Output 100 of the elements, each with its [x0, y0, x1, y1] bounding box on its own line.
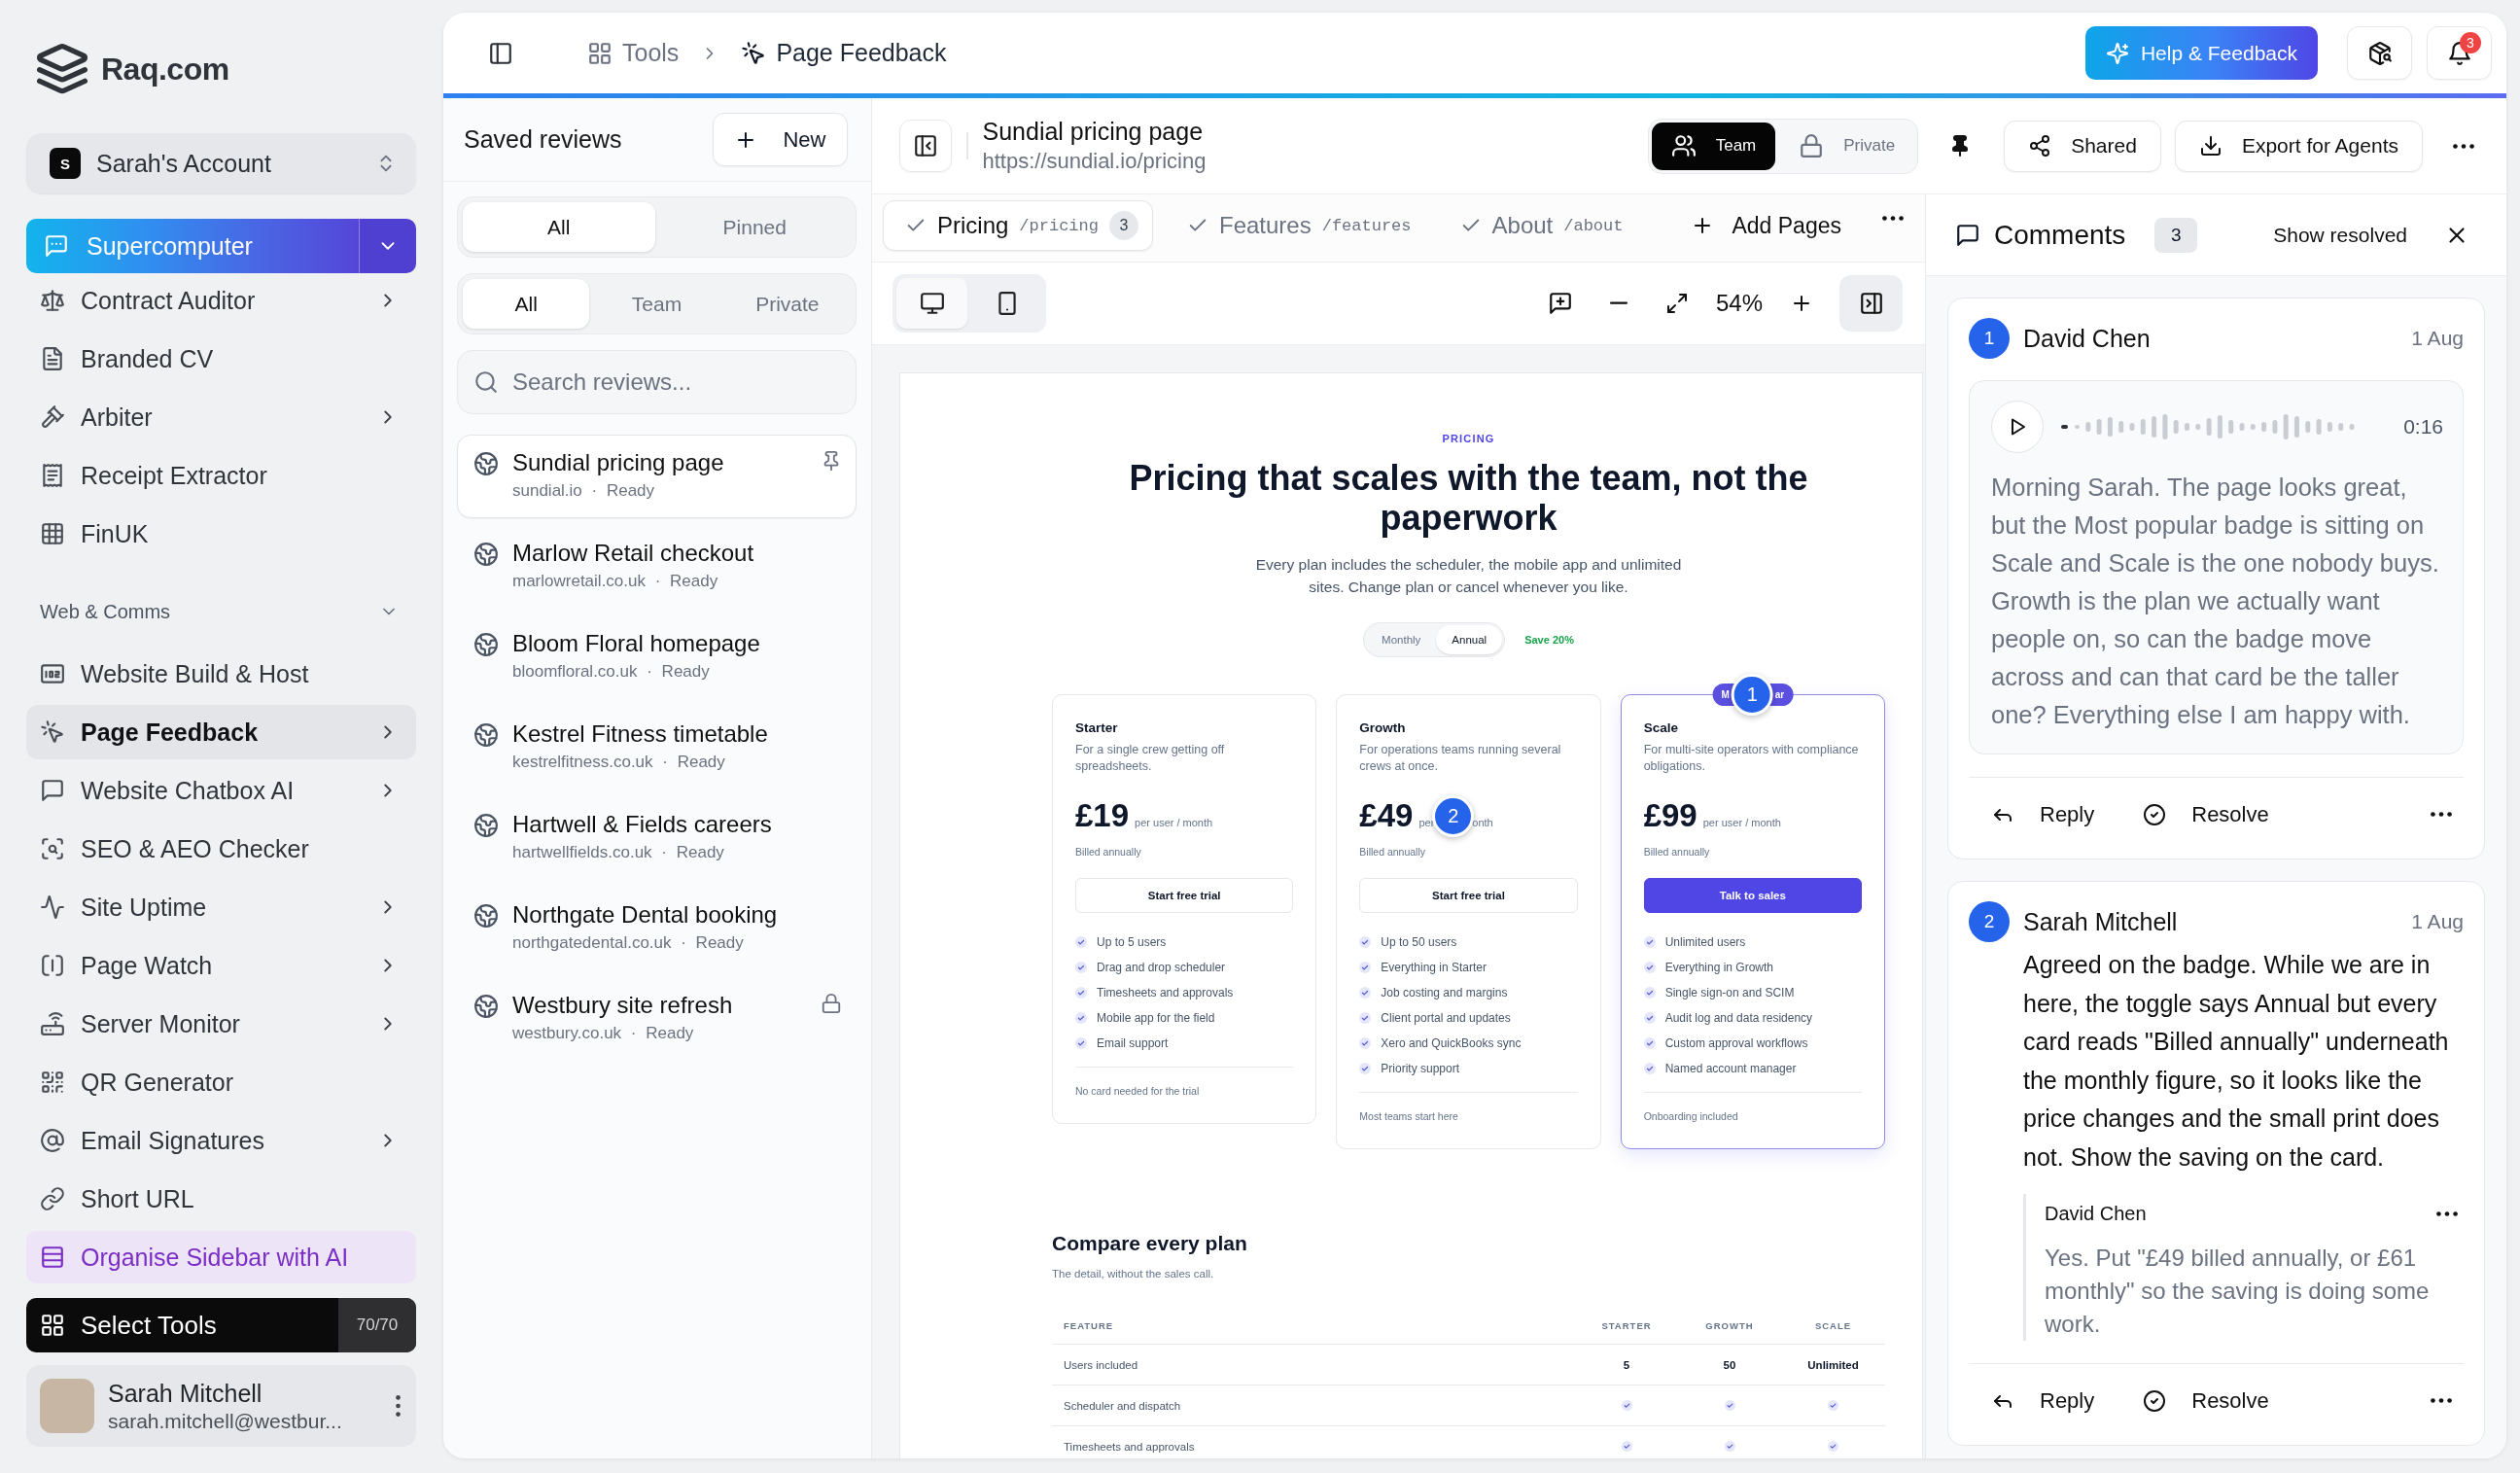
review-item[interactable]: Sundial pricing page sundial.io · Ready [457, 435, 857, 518]
add-pages-button[interactable]: Add Pages [1691, 200, 1841, 251]
scope-tab[interactable]: Private [723, 279, 851, 329]
cursor-click-icon [741, 40, 767, 66]
sidebar-item[interactable]: SEO & AEO Checker [26, 822, 416, 876]
more-horizontal-icon [2436, 1210, 2458, 1216]
browser-window-icon [40, 661, 65, 686]
reply-button[interactable]: Reply [1991, 1387, 2095, 1414]
plan-cta-button[interactable]: Start free trial [1075, 878, 1294, 913]
table-cell: Users included [1064, 1358, 1138, 1371]
scope-tab[interactable]: All [463, 279, 590, 329]
comment-pin: 2 [1969, 901, 2010, 942]
billing-option[interactable]: Monthly [1366, 625, 1437, 654]
price-unit: per [1418, 817, 1435, 828]
comment-count-badge: 3 [1109, 211, 1138, 240]
plan-price: £99 [1643, 796, 1698, 835]
plan-footnote: Most teams start here [1359, 1109, 1459, 1124]
page-tab[interactable]: Features /features [1165, 200, 1426, 251]
search-field[interactable]: Search reviews... [457, 350, 857, 414]
plan-cta-button[interactable]: Start free trial [1359, 878, 1578, 913]
plan-cta-button[interactable]: Talk to sales [1643, 878, 1862, 913]
page-tab[interactable]: About /about [1437, 200, 1638, 251]
dropdown-toggle[interactable] [359, 219, 416, 273]
sidebar-item[interactable]: Website Build & Host [26, 647, 416, 701]
check-icon [1643, 1012, 1656, 1024]
device-option[interactable] [896, 278, 967, 329]
visibility-option[interactable]: Private [1779, 122, 1915, 170]
visibility-option[interactable]: Team [1651, 122, 1776, 170]
reply-button[interactable]: Reply [1991, 801, 2095, 827]
review-title: Sundial pricing page [982, 117, 1205, 147]
review-item[interactable]: Marlow Retail checkout marlowretail.co.uk · Ready [457, 525, 857, 609]
table-cell: 5 [1623, 1358, 1630, 1371]
globe-icon [473, 632, 499, 657]
sidebar-item[interactable]: Email Signatures [26, 1113, 416, 1168]
sidebar-item[interactable]: Page Feedback [26, 705, 416, 759]
globe-icon [473, 813, 499, 838]
review-item[interactable]: Hartwell & Fields careers hartwellfields.co.uk · Ready [457, 796, 857, 880]
audio-duration: 0:16 [2403, 415, 2443, 438]
feature-text: Client portal and updates [1381, 1011, 1511, 1025]
filter-tab[interactable]: Pinned [658, 202, 851, 252]
review-item[interactable]: Bloom Floral homepage bloomfloral.co.uk · Ready [457, 615, 857, 699]
sidebar-item[interactable]: Site Uptime [26, 880, 416, 934]
select-tools-button[interactable]: Select Tools 70/70 [26, 1298, 416, 1352]
account-switcher[interactable]: S Sarah's Account [26, 133, 416, 193]
play-button[interactable] [1991, 401, 2044, 453]
resolve-button[interactable]: Resolve [2143, 1387, 2269, 1414]
breadcrumb-current: Page Feedback [776, 39, 947, 67]
section-eyebrow: PRICING [1442, 432, 1495, 445]
globe-icon [473, 542, 499, 567]
review-item[interactable]: Northgate Dental booking northgatedental.co.uk · Ready [457, 887, 857, 970]
receipt-icon [40, 463, 65, 488]
check-icon [1359, 936, 1372, 948]
collapse-panel-button[interactable] [899, 120, 952, 172]
gavel-icon [40, 404, 65, 430]
comment-pin[interactable]: 1 [1731, 674, 1773, 716]
comment-text: Morning Sarah. The page looks great, but the Most popular badge is sitting on Scale and Scale is the one nobody buys. Growth is the plan we actually want people on, so can the badge move across and can that card be the taller one? Everything else I am happy with. [1991, 473, 2440, 730]
sidebar-item[interactable]: Website Chatbox AI [26, 763, 416, 818]
show-resolved-button[interactable]: Show resolved [2273, 223, 2407, 247]
share-icon [2028, 134, 2052, 158]
package-search-button[interactable] [2347, 26, 2412, 80]
check-icon [1359, 962, 1372, 973]
scope-tab[interactable]: Team [593, 279, 720, 329]
check-icon [1075, 962, 1087, 973]
filter-tab[interactable]: All [463, 202, 655, 252]
table-cell: Timesheets and approvals [1064, 1440, 1195, 1453]
feature-text: Single sign-on and SCIM [1664, 986, 1795, 1000]
sidebar-item[interactable]: Contract Auditor [26, 273, 416, 328]
section-header[interactable]: Web & Comms [26, 592, 416, 631]
table-cell: Unlimited [1807, 1358, 1859, 1371]
review-item[interactable]: Kestrel Fitness timetable kestrelfitness.co.uk · Ready [457, 706, 857, 789]
share-button[interactable]: Shared [2004, 120, 2161, 172]
new-button[interactable]: New [713, 113, 848, 166]
sidebar-item[interactable]: FinUK [26, 507, 416, 561]
sidebar-item[interactable]: QR Generator [26, 1055, 416, 1109]
sidebar-item[interactable]: Short URL [26, 1172, 416, 1226]
help-feedback-button[interactable]: Help & Feedback [2084, 26, 2318, 80]
panel-right-icon [1858, 291, 1884, 316]
at-sign-icon [40, 1128, 65, 1153]
sidebar-item[interactable]: Server Monitor [26, 997, 416, 1051]
breadcrumb-link[interactable]: Tools [622, 39, 680, 67]
sidebar-item[interactable]: Receipt Extractor [26, 448, 416, 503]
export-button[interactable]: Export for Agents [2174, 120, 2423, 172]
billing-option[interactable]: Annual [1436, 625, 1503, 654]
billing-note: Billed annually [1643, 845, 1711, 859]
page-tab[interactable]: Pricing /pricing 3 [883, 200, 1153, 251]
organise-sidebar-button[interactable]: Organise Sidebar with AI [26, 1231, 416, 1283]
more-horizontal-icon [2431, 812, 2452, 817]
price-unit: per user / month [1135, 817, 1213, 828]
resolve-button[interactable]: Resolve [2143, 801, 2269, 827]
sidebar-item[interactable]: Arbiter [26, 390, 416, 444]
sidebar-item[interactable]: Page Watch [26, 938, 416, 993]
plan-name: Growth [1359, 719, 1407, 737]
notifications-button[interactable]: 3 [2427, 26, 2492, 80]
check-icon [1643, 936, 1656, 948]
review-item[interactable]: Westbury site refresh westbury.co.uk · Ready [457, 977, 857, 1061]
sidebar-item[interactable]: Branded CV [26, 332, 416, 386]
panel-toggle-button[interactable] [1839, 275, 1903, 332]
check-icon [1643, 962, 1656, 973]
sparkles-icon [2105, 41, 2129, 65]
supercomputer-button[interactable]: Supercomputer [26, 219, 359, 273]
